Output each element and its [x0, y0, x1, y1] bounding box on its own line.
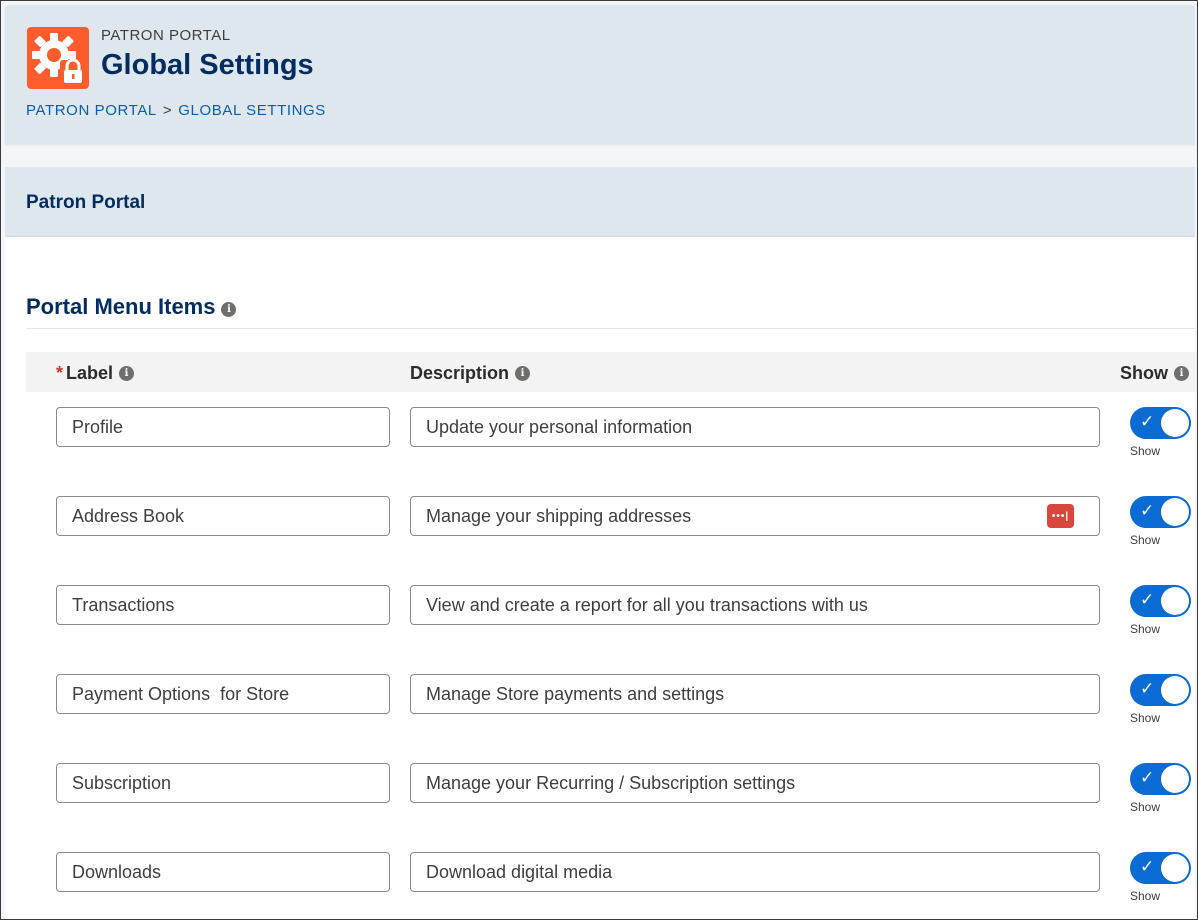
page-header: PATRON PORTAL Global Settings PATRON POR… [5, 5, 1195, 144]
label-input[interactable]: Address Book [56, 496, 390, 536]
section-title-text: Portal Menu Items [26, 294, 216, 319]
column-header-label: * Label i [56, 363, 135, 384]
show-toggle-label: Show [1130, 622, 1161, 636]
show-toggle[interactable]: ✓ [1130, 407, 1191, 439]
menu-item-row: Transactions View and create a report fo… [5, 585, 1195, 645]
menu-item-row: Address Book Manage your shipping addres… [5, 496, 1195, 556]
menu-item-row: Downloads Download digital media ✓ Show [5, 852, 1195, 912]
show-toggle-label: Show [1130, 533, 1161, 547]
column-header-description-text: Description [410, 363, 510, 383]
check-icon: ✓ [1140, 857, 1155, 876]
description-input[interactable]: View and create a report for all you tra… [410, 585, 1100, 625]
show-toggle-label: Show [1130, 444, 1161, 458]
description-input[interactable]: Manage your shipping addresses •••| [410, 496, 1100, 536]
settings-lock-icon [27, 27, 89, 89]
breadcrumb: PATRON PORTAL > GLOBAL SETTINGS [26, 102, 326, 119]
info-icon[interactable]: i [119, 366, 135, 381]
label-input[interactable]: Payment Options for Store [56, 674, 390, 714]
description-input[interactable]: Manage Store payments and settings [410, 674, 1100, 714]
info-icon[interactable]: i [515, 366, 531, 381]
column-header-show-text: Show [1120, 363, 1168, 383]
page-title: Global Settings [101, 49, 314, 81]
show-toggle[interactable]: ✓ [1130, 585, 1191, 617]
toggle-knob [1161, 498, 1189, 526]
page-frame: PATRON PORTAL Global Settings PATRON POR… [0, 0, 1198, 920]
breadcrumb-link-global-settings[interactable]: GLOBAL SETTINGS [178, 102, 326, 119]
description-input-value: Manage your shipping addresses [426, 505, 692, 526]
column-header-label-text: Label [66, 363, 114, 383]
breadcrumb-separator: > [162, 102, 173, 119]
label-input[interactable]: Subscription [56, 763, 390, 803]
header-eyebrow: PATRON PORTAL [101, 27, 231, 44]
breadcrumb-link-patron-portal[interactable]: PATRON PORTAL [26, 102, 157, 119]
check-icon: ✓ [1140, 679, 1155, 698]
show-toggle[interactable]: ✓ [1130, 852, 1191, 884]
card-title: Patron Portal [26, 192, 146, 213]
section-title: Portal Menu Items i [26, 294, 237, 320]
column-header-description: Description i [410, 363, 531, 384]
check-icon: ✓ [1140, 501, 1155, 520]
toggle-knob [1161, 676, 1189, 704]
column-header-show: Show i [1120, 363, 1189, 384]
info-icon[interactable]: i [221, 302, 237, 317]
show-toggle[interactable]: ✓ [1130, 674, 1191, 706]
toggle-knob [1161, 854, 1189, 882]
description-input[interactable]: Update your personal information [410, 407, 1100, 447]
show-toggle-label: Show [1130, 711, 1161, 725]
description-input[interactable]: Manage your Recurring / Subscription set… [410, 763, 1100, 803]
password-manager-icon[interactable]: •••| [1047, 504, 1074, 528]
menu-item-row: Payment Options for Store Manage Store p… [5, 674, 1195, 734]
check-icon: ✓ [1140, 590, 1155, 609]
show-toggle[interactable]: ✓ [1130, 496, 1191, 528]
label-input[interactable]: Downloads [56, 852, 390, 892]
menu-item-row: Subscription Manage your Recurring / Sub… [5, 763, 1195, 823]
menu-item-row: Profile Update your personal information… [5, 407, 1195, 467]
show-toggle[interactable]: ✓ [1130, 763, 1191, 795]
table-header: * Label i Description i Show i [26, 352, 1195, 392]
label-input[interactable]: Transactions [56, 585, 390, 625]
show-toggle-label: Show [1130, 800, 1161, 814]
settings-card: Patron Portal Portal Menu Items i * Labe… [5, 167, 1195, 919]
description-input[interactable]: Download digital media [410, 852, 1100, 892]
show-toggle-label: Show [1130, 889, 1161, 903]
info-icon[interactable]: i [1174, 366, 1189, 381]
label-input[interactable]: Profile [56, 407, 390, 447]
check-icon: ✓ [1140, 768, 1155, 787]
required-marker: * [56, 363, 64, 383]
check-icon: ✓ [1140, 412, 1155, 431]
toggle-knob [1161, 587, 1189, 615]
card-header: Patron Portal [5, 167, 1195, 237]
toggle-knob [1161, 765, 1189, 793]
section-divider [26, 328, 1195, 329]
toggle-knob [1161, 409, 1189, 437]
